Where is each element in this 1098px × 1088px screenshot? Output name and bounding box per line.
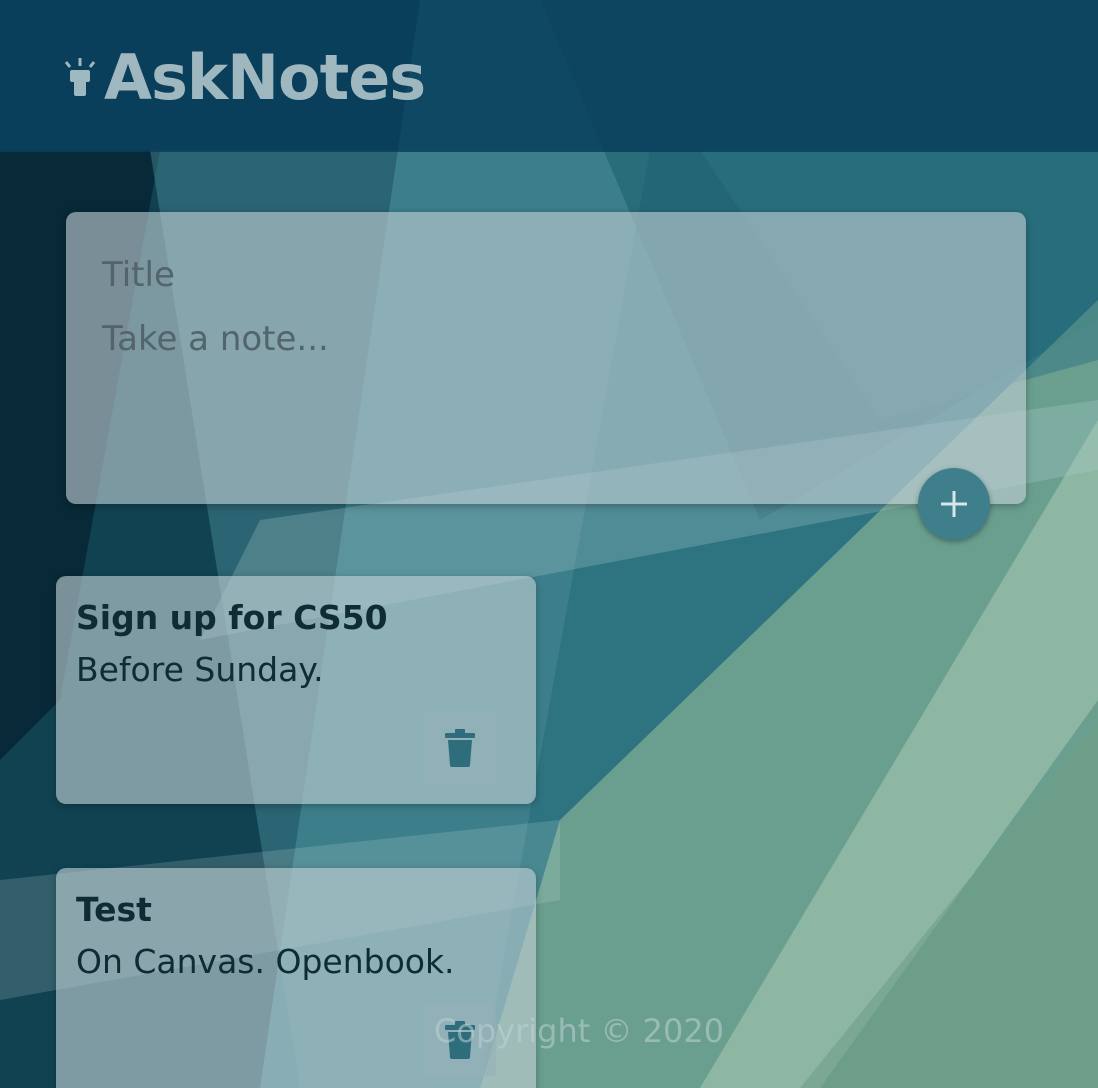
- app-title: AskNotes: [104, 41, 426, 114]
- note-composer: [66, 212, 1026, 504]
- note-title: Sign up for CS50: [76, 598, 388, 637]
- note-content: On Canvas. Openbook.: [76, 942, 455, 981]
- app-header: AskNotes: [0, 0, 1098, 152]
- plus-icon: [941, 491, 967, 517]
- title-input[interactable]: [102, 252, 982, 298]
- delete-note-button[interactable]: [424, 1004, 496, 1076]
- lightbulb-icon: [64, 58, 96, 96]
- note-title: Test: [76, 890, 152, 929]
- trash-icon: [445, 1021, 475, 1059]
- trash-icon: [445, 729, 475, 767]
- note-content: Before Sunday.: [76, 650, 324, 689]
- note-content-input[interactable]: [102, 316, 982, 466]
- add-note-button[interactable]: [918, 468, 990, 540]
- delete-note-button[interactable]: [424, 712, 496, 784]
- note-card: Sign up for CS50 Before Sunday.: [56, 576, 536, 804]
- note-card: Test On Canvas. Openbook.: [56, 868, 536, 1088]
